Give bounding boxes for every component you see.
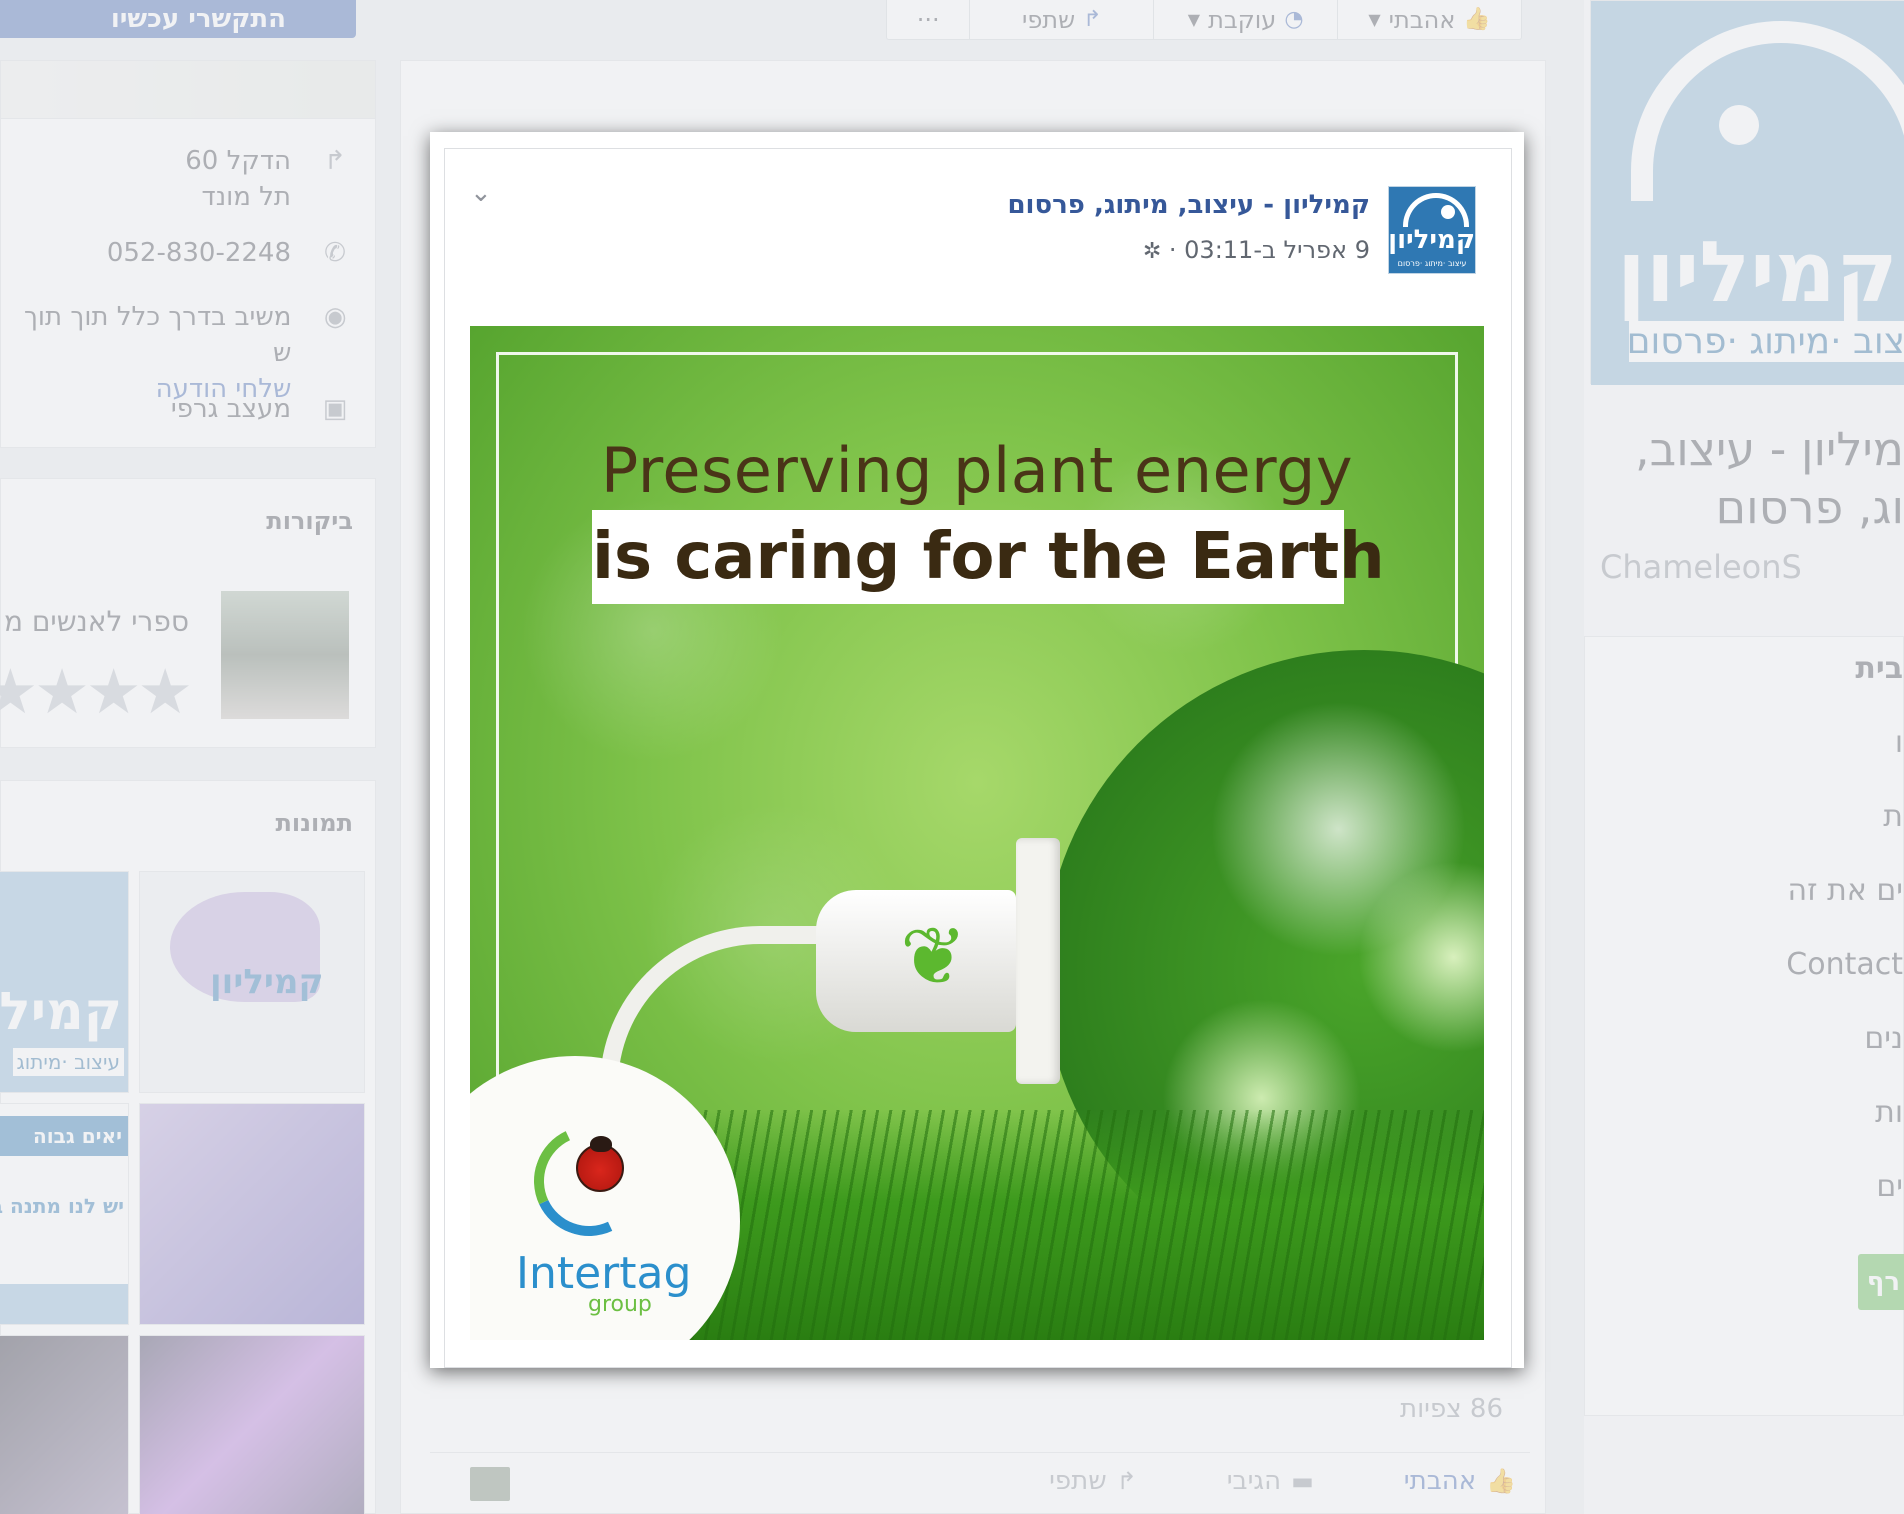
- photo-thumb-2[interactable]: קמיליון עיצוב ·מיתוג: [0, 871, 129, 1093]
- review-prompt[interactable]: ספרי לאנשים מ: [4, 605, 189, 638]
- post-timestamp[interactable]: 9 אפריל ב-03:11 ·: [1169, 236, 1370, 264]
- share-icon: ↱: [1116, 1466, 1137, 1495]
- thumb-tagline: עיצוב ·מיתוג: [12, 1048, 124, 1076]
- avatar-subtext: עיצוב ·מיתוג ·פרסום: [1389, 259, 1475, 268]
- like-label: אהבתי: [1388, 5, 1456, 34]
- post-like-button[interactable]: 👍 אהבתי: [1404, 1466, 1516, 1496]
- category-icon: ▣: [322, 394, 348, 424]
- gear-icon[interactable]: ✲: [1143, 239, 1161, 264]
- thumb-logo-large: קמיליון: [0, 982, 122, 1042]
- response-time: משיב בדרך כלל תוך תוך ש: [23, 302, 292, 368]
- profile-logo-tagline: צוב ·מיתוג ·פרסום: [1626, 321, 1904, 362]
- phone-icon: ✆: [324, 238, 346, 268]
- chevron-down-icon[interactable]: ⌄: [470, 178, 492, 208]
- socket: [1016, 838, 1060, 1084]
- chevron-down-icon: ▼: [1368, 10, 1381, 29]
- map-preview[interactable]: [0, 60, 376, 118]
- thumbs-up-icon: 👍: [1486, 1466, 1516, 1495]
- reviewer-avatar[interactable]: [221, 591, 349, 719]
- photo-thumb-4[interactable]: יאים גבוה יש לנו מתנה ב: [0, 1103, 129, 1325]
- rating-stars[interactable]: ★★★★: [0, 655, 193, 728]
- nav-item-7[interactable]: ות: [1875, 1095, 1903, 1130]
- page-action-bar: 👍 אהבתי ▼ ◔ עוקבת ▼ ↱ שתפי ···: [886, 0, 1522, 40]
- intertag-logo-sub: group: [588, 1292, 652, 1317]
- reviews-title: ביקורות: [266, 507, 353, 535]
- category-row[interactable]: ▣ מעצב גרפי: [171, 391, 351, 427]
- post-action-bar: 👍 אהבתי ▬ הגיבי ↱ שתפי: [430, 1452, 1530, 1508]
- thumb-promo-title: יאים גבוה: [0, 1116, 128, 1156]
- post-share-label: שתפי: [1049, 1465, 1107, 1496]
- directions-icon: ↱: [324, 146, 346, 176]
- reviews-card: ביקורות ספרי לאנשים מ ★★★★: [0, 478, 376, 748]
- nav-item-3[interactable]: ת: [1883, 799, 1903, 834]
- ladybug-icon: [576, 1136, 624, 1192]
- category-label: מעצב גרפי: [170, 394, 291, 424]
- photos-card: תמונות קמיליון קמיליון עיצוב ·מיתוג יאים…: [0, 780, 376, 1514]
- phone-row[interactable]: ✆ 052-830-2248: [107, 235, 351, 271]
- page-title-line2: וג, פרסום: [1715, 480, 1904, 534]
- follow-label: עוקבת: [1208, 5, 1277, 34]
- photos-title: תמונות: [275, 809, 353, 837]
- profile-logo-text: קמיליון: [1617, 223, 1898, 321]
- photo-thumb-1[interactable]: קמיליון: [139, 871, 365, 1093]
- more-options-button[interactable]: ···: [887, 0, 969, 39]
- image-headline-line1: Preserving plant energy: [600, 434, 1354, 507]
- thumb-logo-text: קמיליון: [210, 962, 324, 1002]
- share-page-button[interactable]: ↱ שתפי: [969, 0, 1153, 39]
- nav-item-2[interactable]: ו: [1895, 725, 1903, 760]
- more-label: ···: [916, 5, 940, 34]
- share-icon: ↱: [1083, 7, 1102, 32]
- leaf-icon: ❦: [900, 910, 968, 1003]
- page-avatar[interactable]: קמיליון עיצוב ·מיתוג ·פרסום: [1388, 186, 1476, 274]
- chevron-down-icon: ▼: [1187, 10, 1201, 29]
- nav-item-6[interactable]: נים: [1864, 1021, 1903, 1056]
- photo-thumb-5[interactable]: [139, 1335, 365, 1514]
- thumb-promo-body: יש לנו מתנה ב: [0, 1194, 124, 1218]
- rss-icon: ◔: [1284, 7, 1304, 32]
- post-like-label: אהבתי: [1403, 1465, 1477, 1496]
- nav-item-home[interactable]: בית: [1855, 651, 1903, 686]
- create-page-button[interactable]: רף: [1858, 1254, 1904, 1310]
- phone-number: 052-830-2248: [106, 238, 291, 268]
- image-headline-line2: is caring for the Earth: [592, 520, 1385, 594]
- address-row[interactable]: ↱ הדקל 60 תל מונד: [185, 143, 351, 215]
- post-comment-button[interactable]: ▬ הגיבי: [1227, 1466, 1314, 1496]
- comment-icon: ▬: [1291, 1466, 1314, 1495]
- post-image[interactable]: Preserving plant energy is caring for th…: [470, 326, 1484, 1340]
- photo-thumb-3[interactable]: [139, 1103, 365, 1325]
- like-page-button[interactable]: 👍 אהבתי ▼: [1337, 0, 1521, 39]
- nav-item-4[interactable]: ים את זה: [1788, 873, 1903, 908]
- address-line1: הדקל 60: [185, 146, 291, 176]
- page-profile-picture[interactable]: קמיליון צוב ·מיתוג ·פרסום: [1590, 0, 1904, 385]
- nav-item-contact[interactable]: Contact: [1786, 947, 1903, 982]
- nav-item-8[interactable]: ים: [1876, 1169, 1903, 1204]
- post-page-name[interactable]: קמיליון - עיצוב, מיתוג, פרסום: [900, 190, 1370, 220]
- page-handle[interactable]: ChameleonS: [1600, 548, 1904, 586]
- address-line2: תל מונד: [201, 182, 291, 212]
- contact-now-button[interactable]: התקשרי עכשיו: [0, 0, 356, 38]
- page-title: מיליון - עיצוב, וג, פרסום: [1600, 420, 1904, 536]
- post-share-button[interactable]: ↱ שתפי: [1049, 1466, 1137, 1496]
- thumbs-up-icon: 👍: [1463, 7, 1491, 32]
- follow-page-button[interactable]: ◔ עוקבת ▼: [1153, 0, 1337, 39]
- page-title-line1: מיליון - עיצוב,: [1635, 422, 1904, 476]
- post-comment-label: הגיבי: [1226, 1465, 1282, 1496]
- share-label: שתפי: [1021, 5, 1076, 34]
- reactor-avatar[interactable]: [470, 1467, 510, 1501]
- view-count: 86 צפיות: [1400, 1394, 1504, 1424]
- photo-thumb-6[interactable]: [0, 1335, 129, 1514]
- page-nav: בית ו ת ים את זה Contact נים ות ים: [1584, 636, 1904, 1416]
- post-meta: 9 אפריל ב-03:11 · ✲: [900, 236, 1370, 264]
- avatar-text: קמיליון: [1388, 225, 1475, 255]
- about-card: ↱ הדקל 60 תל מונד ✆ 052-830-2248 ◉ משיב …: [0, 118, 376, 448]
